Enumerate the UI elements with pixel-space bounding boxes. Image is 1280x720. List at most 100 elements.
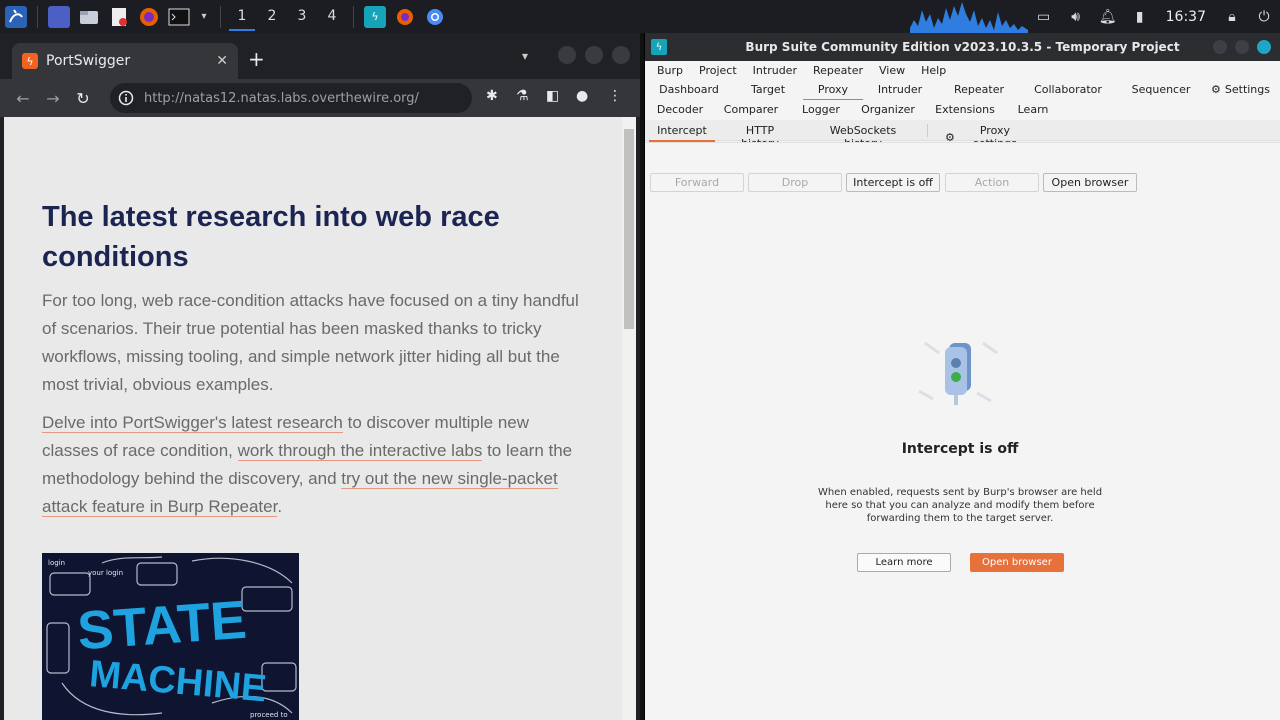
tool-tabs-row-1: Dashboard Target Proxy Intruder Repeater… — [645, 80, 1280, 101]
kali-menu-icon[interactable] — [5, 5, 27, 28]
browser-tab[interactable]: ϟ PortSwigger ✕ — [12, 43, 238, 79]
article: The latest research into web race condit… — [42, 197, 587, 521]
battery-icon[interactable]: ▮ — [1124, 0, 1156, 33]
clock[interactable]: 16:37 — [1156, 9, 1216, 25]
forward-button[interactable]: Forward — [650, 173, 744, 192]
profile-icon[interactable]: ● — [576, 88, 588, 104]
menu-view[interactable]: View — [871, 64, 913, 77]
tab-sequencer[interactable]: Sequencer — [1129, 83, 1193, 96]
menu-project[interactable]: Project — [691, 64, 745, 77]
menu-repeater[interactable]: Repeater — [805, 64, 871, 77]
research-link[interactable]: Delve into PortSwigger's latest research — [42, 413, 343, 433]
firefox-icon[interactable] — [138, 6, 160, 28]
desktop-icon[interactable] — [48, 5, 70, 28]
tool-tabs-row-2: Decoder Comparer Logger Organizer Extens… — [645, 100, 1280, 120]
notifications-icon[interactable]: 🔔︎ — [1092, 0, 1124, 33]
cpu-graph — [909, 0, 1028, 33]
page-scrollbar[interactable] — [622, 117, 636, 720]
reload-icon[interactable]: ↻ — [68, 89, 98, 108]
tab-title: PortSwigger — [46, 53, 131, 69]
close-icon[interactable]: ✕ — [216, 53, 228, 69]
url-text[interactable]: http://natas12.natas.labs.overthewire.or… — [144, 91, 419, 106]
hero-text-state: STATE — [76, 590, 249, 662]
forward-icon[interactable]: → — [38, 89, 68, 108]
menu-bar: Burp Project Intruder Repeater View Help — [645, 61, 1280, 80]
monitor-icon[interactable]: ▭ — [1028, 0, 1060, 33]
scribble-text: your login — [88, 569, 123, 577]
paragraph-text: . — [277, 497, 283, 516]
action-button[interactable]: Action — [945, 173, 1039, 192]
maximize-button[interactable] — [585, 46, 603, 64]
workspace-3[interactable]: 3 — [287, 0, 317, 33]
tab-logger[interactable]: Logger — [797, 103, 845, 116]
firefox-app-icon[interactable] — [394, 6, 416, 28]
menu-help[interactable]: Help — [913, 64, 954, 77]
intercept-toggle-button[interactable]: Intercept is off — [846, 173, 940, 192]
workspace-4[interactable]: 4 — [317, 0, 347, 33]
tab-target[interactable]: Target — [745, 83, 791, 96]
tab-learn[interactable]: Learn — [1013, 103, 1053, 116]
traffic-light-icon — [915, 339, 1005, 409]
window-title: Burp Suite Community Edition v2023.10.3.… — [745, 40, 1180, 54]
browser-toolbar: ← → ↻ http://natas12.natas.labs.overthew… — [0, 79, 640, 117]
tab-extensions[interactable]: Extensions — [935, 103, 995, 116]
tab-repeater[interactable]: Repeater — [951, 83, 1007, 96]
more-menu-icon[interactable]: ⋮ — [608, 88, 622, 104]
workspace-1[interactable]: 1 — [227, 0, 257, 33]
subtab-intercept[interactable]: Intercept — [649, 124, 715, 142]
tab-search-chevron-icon[interactable]: ▾ — [522, 49, 528, 63]
volume-icon[interactable]: 🔊︎ — [1060, 0, 1092, 33]
labs-flask-icon[interactable]: ⚗ — [516, 88, 529, 104]
back-icon[interactable]: ← — [8, 89, 38, 108]
proxy-subtabs: Intercept HTTP history WebSockets histor… — [645, 120, 1280, 150]
tab-intruder[interactable]: Intruder — [875, 83, 925, 96]
tab-collaborator[interactable]: Collaborator — [1033, 83, 1103, 96]
tab-comparer[interactable]: Comparer — [723, 103, 779, 116]
article-paragraph-1: For too long, web race-condition attacks… — [42, 291, 579, 394]
menu-intruder[interactable]: Intruder — [745, 64, 805, 77]
minimize-button[interactable] — [558, 46, 576, 64]
menu-burp[interactable]: Burp — [649, 64, 691, 77]
burp-app-icon[interactable]: ϟ — [364, 5, 386, 28]
workspace-2[interactable]: 2 — [257, 0, 287, 33]
maximize-button[interactable] — [1235, 40, 1249, 54]
site-info-icon[interactable] — [118, 90, 134, 106]
open-browser-toolbar-button[interactable]: Open browser — [1043, 173, 1137, 192]
tab-decoder[interactable]: Decoder — [655, 103, 705, 116]
learn-more-button[interactable]: Learn more — [857, 553, 951, 572]
article-title: The latest research into web race condit… — [42, 201, 500, 273]
extensions-icon[interactable]: ✱ — [486, 88, 498, 104]
state-machine-hero-image[interactable]: login your login proceed to STATE MACHIN… — [42, 553, 299, 720]
side-panel-icon[interactable]: ◧ — [546, 88, 559, 104]
browser-window: ϟ PortSwigger ✕ + ▾ ← → ↻ http://natas12… — [0, 33, 640, 720]
taskbar: ▾ 1 2 3 4 ϟ ▭ 🔊︎ 🔔︎ ▮ 16:37 🔒︎ ⏻ — [0, 0, 1280, 33]
open-browser-button[interactable]: Open browser — [970, 553, 1064, 572]
text-editor-icon[interactable] — [108, 6, 130, 28]
labs-link[interactable]: work through the interactive labs — [237, 441, 483, 461]
tab-settings[interactable]: ⚙ Settings — [1211, 83, 1277, 96]
file-manager-icon[interactable] — [78, 6, 100, 28]
close-window-button[interactable] — [1257, 40, 1271, 54]
burp-window: ϟ Burp Suite Community Edition v2023.10.… — [644, 33, 1280, 720]
scribble-text: proceed to — [250, 711, 288, 719]
power-icon[interactable]: ⏻ — [1248, 0, 1280, 33]
tab-dashboard[interactable]: Dashboard — [659, 83, 719, 96]
chromium-app-icon[interactable] — [424, 6, 446, 28]
tab-strip: ϟ PortSwigger ✕ + ▾ — [0, 33, 640, 79]
tab-proxy[interactable]: Proxy — [803, 83, 863, 101]
new-tab-button[interactable]: + — [248, 47, 265, 71]
scribble-text: login — [48, 559, 65, 567]
settings-label: Settings — [1224, 83, 1270, 96]
drop-button[interactable]: Drop — [748, 173, 842, 192]
web-page: The latest research into web race condit… — [4, 117, 622, 720]
lock-icon[interactable]: 🔒︎ — [1216, 0, 1248, 33]
chevron-down-icon[interactable]: ▾ — [198, 6, 210, 28]
tab-organizer[interactable]: Organizer — [859, 103, 917, 116]
portswigger-favicon-icon: ϟ — [22, 53, 38, 69]
intercept-panel: Forward Drop Intercept is off Action Ope… — [645, 142, 1280, 720]
address-bar[interactable]: http://natas12.natas.labs.overthewire.or… — [110, 83, 472, 113]
burp-logo-icon: ϟ — [651, 39, 667, 55]
close-window-button[interactable] — [612, 46, 630, 64]
terminal-icon[interactable] — [168, 6, 190, 28]
minimize-button[interactable] — [1213, 40, 1227, 54]
